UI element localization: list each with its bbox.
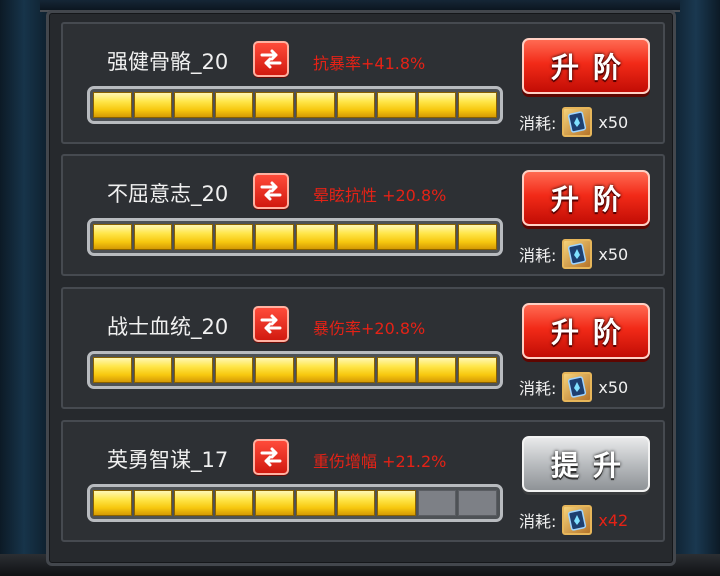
blue-crystal-card-icon — [562, 239, 593, 269]
progress-segment — [174, 490, 213, 516]
progress-segment — [255, 224, 294, 250]
cost-display: 消耗: x50 — [519, 371, 628, 403]
blue-crystal-card-icon — [562, 107, 593, 137]
progress-segment — [417, 92, 457, 118]
progress-segment — [174, 92, 213, 118]
progress-segment — [377, 357, 416, 383]
progress-segment — [377, 490, 416, 516]
progress-segment — [458, 92, 497, 118]
cost-quantity: x50 — [598, 377, 629, 397]
swap-arrows-icon — [260, 314, 282, 334]
swap-button[interactable] — [253, 306, 289, 342]
progress-segment — [133, 224, 173, 250]
progress-segment — [295, 92, 335, 118]
progress-bar — [87, 218, 503, 256]
upgrade-button[interactable]: 升阶 — [522, 303, 650, 359]
progress-segment — [133, 357, 173, 383]
progress-segment — [93, 490, 132, 516]
bonus-text: 暴伤率+20.8% — [313, 319, 426, 338]
progress-segment — [295, 357, 335, 383]
progress-segment — [336, 357, 376, 383]
skill-name: 不屈意志_20 — [107, 182, 229, 206]
blue-crystal-card-icon — [562, 505, 593, 535]
swap-arrows-icon — [260, 181, 282, 201]
cost-quantity: x42 — [598, 510, 629, 530]
cost-quantity: x50 — [598, 112, 629, 132]
skill-name: 战士血统_20 — [107, 315, 229, 339]
progress-segment — [377, 224, 416, 250]
skill-row: 不屈意志_20 晕眩抗性 +20.8% 升阶 消耗: x50 — [61, 154, 665, 276]
skill-row: 战士血统_20 暴伤率+20.8% 升阶 消耗: x50 — [61, 287, 665, 409]
progress-segment — [458, 357, 497, 383]
progress-segment — [295, 224, 335, 250]
blue-crystal-card-icon — [562, 372, 593, 402]
skill-row: 英勇智谋_17 重伤增幅 +21.2% 提升 消耗: x42 — [61, 420, 665, 542]
skill-name: 强健骨骼_20 — [107, 50, 229, 74]
cost-quantity: x50 — [598, 244, 629, 264]
progress-segment — [458, 224, 497, 250]
cost-label: 消耗: — [519, 512, 557, 531]
bonus-text: 重伤增幅 +21.2% — [313, 452, 447, 471]
cost-display: 消耗: x50 — [519, 238, 628, 270]
progress-segment — [133, 92, 173, 118]
progress-segment — [93, 357, 132, 383]
swap-button[interactable] — [253, 439, 289, 475]
swap-button[interactable] — [253, 41, 289, 77]
progress-segment — [336, 224, 376, 250]
skill-name: 英勇智谋_17 — [107, 448, 229, 472]
progress-segment — [93, 224, 132, 250]
progress-segment — [255, 490, 294, 516]
bonus-text: 抗暴率+41.8% — [313, 54, 426, 73]
progress-segment — [214, 224, 254, 250]
progress-segment — [417, 357, 457, 383]
progress-segment — [255, 357, 294, 383]
progress-segment — [295, 490, 335, 516]
progress-bar — [87, 351, 503, 389]
swap-arrows-icon — [260, 447, 282, 467]
progress-segment — [133, 490, 173, 516]
progress-segment — [255, 92, 294, 118]
progress-segment — [377, 92, 416, 118]
bonus-text: 晕眩抗性 +20.8% — [313, 186, 447, 205]
upgrade-button[interactable]: 升阶 — [522, 170, 650, 226]
progress-segment — [458, 490, 497, 516]
progress-segment — [174, 357, 213, 383]
progress-segment — [174, 224, 213, 250]
progress-segment — [417, 224, 457, 250]
progress-bar — [87, 86, 503, 124]
progress-bar — [87, 484, 503, 522]
skill-row: 强健骨骼_20 抗暴率+41.8% 升阶 消耗: x50 — [61, 22, 665, 144]
cost-display: 消耗: x50 — [519, 106, 628, 138]
progress-segment — [214, 92, 254, 118]
upgrade-button[interactable]: 升阶 — [522, 38, 650, 94]
progress-segment — [93, 92, 132, 118]
improve-button[interactable]: 提升 — [522, 436, 650, 492]
swap-button[interactable] — [253, 173, 289, 209]
progress-segment — [336, 490, 376, 516]
skill-upgrade-panel: 强健骨骼_20 抗暴率+41.8% 升阶 消耗: x50 不屈意志_20 晕眩抗… — [46, 10, 676, 566]
cost-display: 消耗: x42 — [519, 504, 628, 536]
cost-label: 消耗: — [519, 114, 557, 133]
cost-label: 消耗: — [519, 379, 557, 398]
progress-segment — [417, 490, 457, 516]
progress-segment — [336, 92, 376, 118]
progress-segment — [214, 357, 254, 383]
cost-label: 消耗: — [519, 246, 557, 265]
swap-arrows-icon — [260, 49, 282, 69]
progress-segment — [214, 490, 254, 516]
